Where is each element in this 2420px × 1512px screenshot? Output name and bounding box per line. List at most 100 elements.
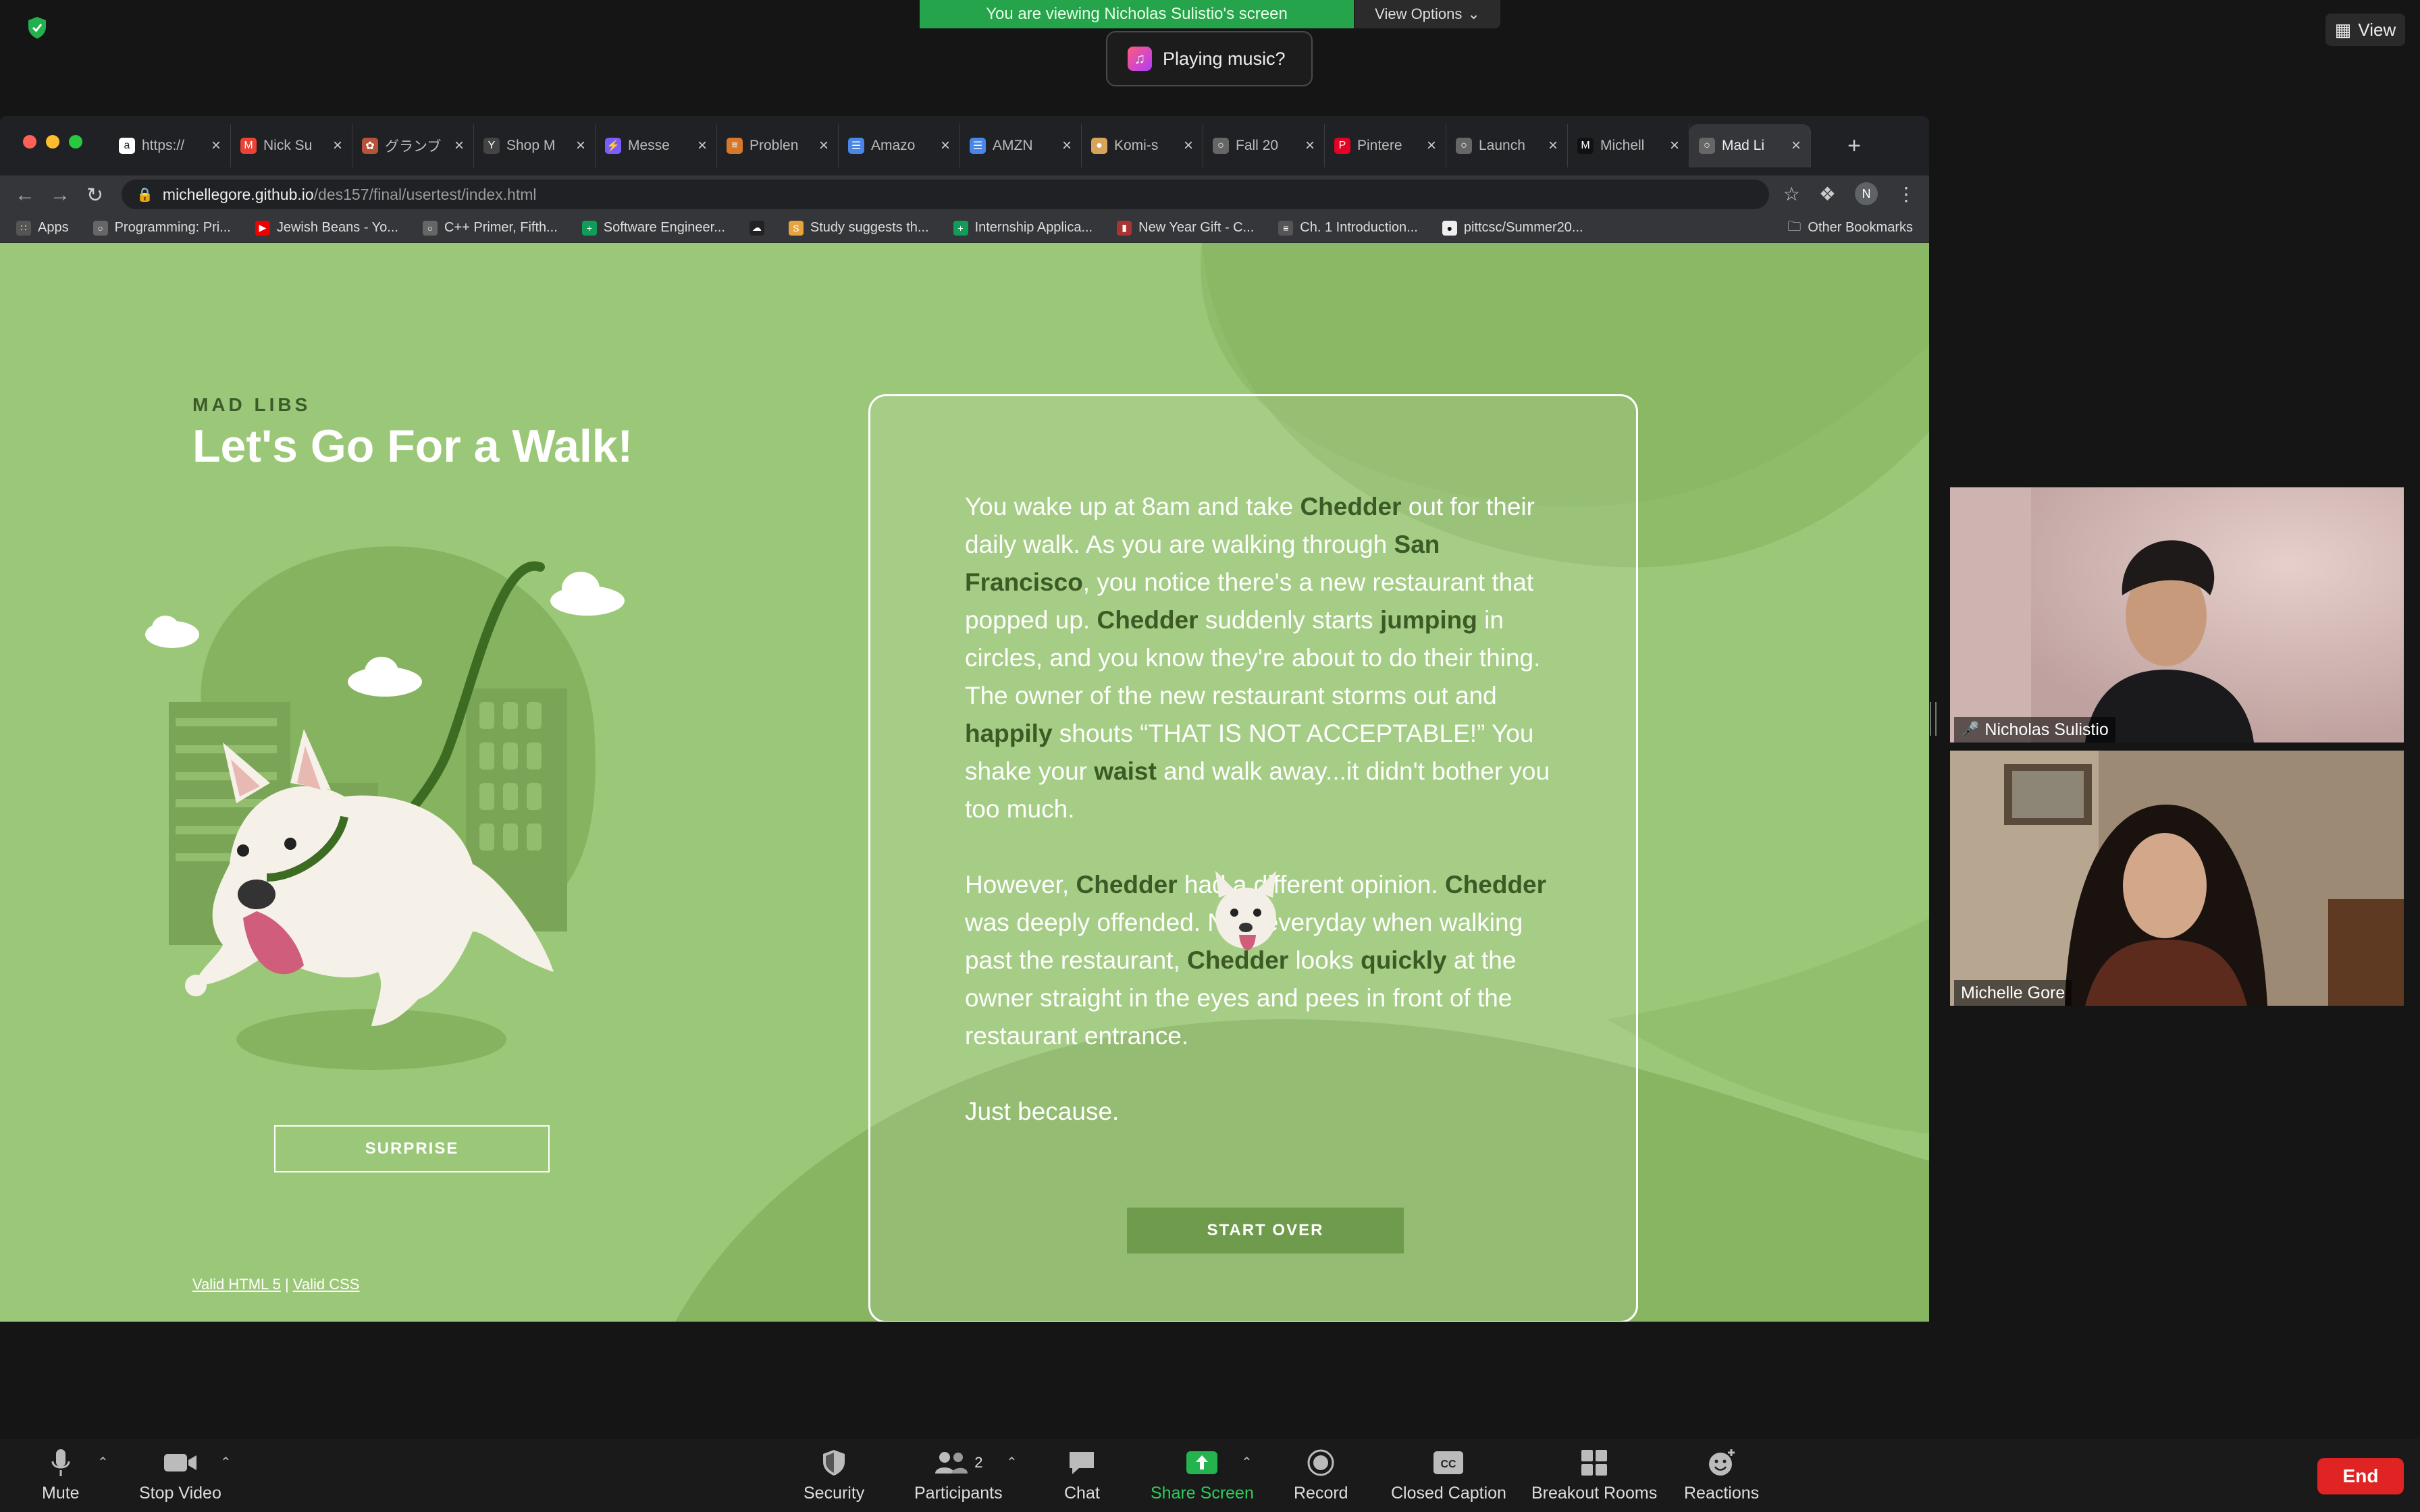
docs-icon: ☰ — [848, 138, 864, 154]
tab-title: Mad Li — [1722, 138, 1765, 153]
surprise-button[interactable]: SURPRISE — [274, 1125, 550, 1172]
story-text: You wake up at 8am and take Chedder out … — [965, 488, 1559, 1168]
close-tab-icon[interactable]: × — [333, 136, 342, 155]
browser-tab[interactable]: P Pintere × — [1325, 124, 1446, 167]
end-meeting-button[interactable]: End — [2317, 1458, 2404, 1494]
close-tab-icon[interactable]: × — [1670, 136, 1679, 155]
bookmark-item[interactable]: ○ C++ Primer, Fifth... — [422, 220, 558, 236]
bookmark-item[interactable]: ☁ — [749, 220, 764, 236]
story-text-run: looks — [1288, 946, 1361, 974]
close-tab-icon[interactable]: × — [941, 136, 950, 155]
security-button[interactable]: Security — [804, 1447, 864, 1503]
star-bookmark-icon[interactable]: ☆ — [1783, 183, 1800, 205]
playing-music-prompt[interactable]: ♫ Playing music? — [1106, 31, 1313, 86]
participants-options-caret-icon[interactable]: ⌃ — [1006, 1454, 1018, 1471]
bookmark-item[interactable]: ∷ Apps — [16, 220, 69, 236]
tab-title: Pintere — [1357, 138, 1402, 153]
bookmark-label: Programming: Pri... — [114, 220, 231, 235]
panel-resize-handle[interactable] — [1930, 702, 1937, 736]
close-tab-icon[interactable]: × — [819, 136, 828, 155]
globe-icon: ○ — [93, 220, 108, 236]
record-button[interactable]: Record — [1294, 1447, 1348, 1503]
close-tab-icon[interactable]: × — [698, 136, 707, 155]
view-options-button[interactable]: View Options ⌄ — [1354, 0, 1500, 28]
bookmark-item[interactable]: + Internship Applica... — [953, 220, 1093, 236]
start-over-button[interactable]: START OVER — [1127, 1208, 1404, 1253]
close-tab-icon[interactable]: × — [1184, 136, 1193, 155]
share-screen-button[interactable]: Share Screen — [1151, 1447, 1254, 1503]
chat-button[interactable]: Chat — [1064, 1447, 1100, 1503]
close-tab-icon[interactable]: × — [1305, 136, 1315, 155]
browser-tab[interactable]: ○ Fall 20 × — [1203, 124, 1325, 167]
filled-word: quickly — [1361, 946, 1447, 974]
mute-options-caret-icon[interactable]: ⌃ — [97, 1454, 109, 1471]
bookmark-item[interactable]: ● pittcsc/Summer20... — [1442, 220, 1583, 236]
bookmark-label: New Year Gift - C... — [1138, 220, 1255, 235]
browser-tab[interactable]: ⚡ Messe × — [596, 124, 717, 167]
browser-tab[interactable]: ● Komi-s × — [1082, 124, 1203, 167]
link-separator: | — [284, 1276, 289, 1293]
valid-html-link[interactable]: Valid HTML 5 — [192, 1276, 281, 1293]
sp-icon: S — [788, 220, 804, 236]
share-options-caret-icon[interactable]: ⌃ — [1241, 1454, 1253, 1471]
music-note-icon: ♫ — [1128, 47, 1152, 71]
view-layout-button[interactable]: ▦ View — [2325, 14, 2405, 46]
participants-button[interactable]: 2 Participants — [914, 1447, 1003, 1503]
close-tab-icon[interactable]: × — [1062, 136, 1072, 155]
browser-tab[interactable]: ☰ AMZN × — [960, 124, 1082, 167]
reload-icon[interactable]: ↻ — [86, 184, 103, 207]
close-window-button[interactable] — [23, 135, 36, 148]
browser-tab[interactable]: M Nick Su × — [231, 124, 352, 167]
browser-tab[interactable]: a https:// × — [109, 124, 231, 167]
filled-word: Chedder — [1300, 493, 1402, 520]
close-tab-icon[interactable]: × — [211, 136, 221, 155]
dog-walk-illustration — [145, 546, 625, 1070]
minimize-window-button[interactable] — [46, 135, 59, 148]
muted-mic-icon: 🎤 — [1961, 721, 1980, 738]
participant-video-michelle[interactable]: Michelle Gore — [1950, 751, 2404, 1006]
tab-active[interactable]: ○ Mad Li × — [1689, 124, 1811, 167]
other-bookmarks[interactable]: 🗀 Other Bookmarks — [1787, 217, 1913, 240]
closed-caption-button[interactable]: CC Closed Caption — [1391, 1447, 1506, 1503]
breakout-rooms-button[interactable]: Breakout Rooms — [1531, 1447, 1657, 1503]
browser-tab[interactable]: M Michell × — [1568, 124, 1689, 167]
sheets-icon: + — [581, 220, 597, 236]
story-text-run: Just because. — [965, 1098, 1120, 1125]
participants-label: Participants — [914, 1484, 1003, 1503]
close-tab-icon[interactable]: × — [454, 136, 464, 155]
stop-video-button[interactable]: Stop Video — [139, 1447, 221, 1503]
browser-tab[interactable]: ○ Launch × — [1446, 124, 1568, 167]
close-tab-icon[interactable]: × — [1427, 136, 1436, 155]
valid-css-link[interactable]: Valid CSS — [293, 1276, 360, 1293]
profile-avatar[interactable]: N — [1855, 182, 1878, 205]
participants-icon — [935, 1452, 968, 1474]
browser-tab[interactable]: ≡ Problen × — [717, 124, 839, 167]
close-tab-icon[interactable]: × — [1791, 136, 1801, 155]
bookmark-item[interactable]: S Study suggests th... — [788, 220, 929, 236]
bookmark-item[interactable]: ≡ Ch. 1 Introduction... — [1278, 220, 1418, 236]
story-paragraph-1: You wake up at 8am and take Chedder out … — [965, 488, 1559, 828]
video-options-caret-icon[interactable]: ⌃ — [220, 1454, 232, 1471]
new-tab-button[interactable]: + — [1841, 132, 1868, 159]
bookmark-item[interactable]: ▮ New Year Gift - C... — [1117, 220, 1254, 236]
bookmark-item[interactable]: ○ Programming: Pri... — [93, 220, 231, 236]
mute-button[interactable]: Mute — [42, 1447, 80, 1503]
docs-icon: ☰ — [970, 138, 986, 154]
encryption-shield-icon[interactable] — [27, 16, 47, 39]
bookmark-item[interactable]: ▶ Jewish Beans - Yo... — [255, 220, 398, 236]
extensions-puzzle-icon[interactable]: ❖ — [1819, 183, 1836, 205]
close-tab-icon[interactable]: × — [1548, 136, 1558, 155]
address-bar[interactable]: 🔒 michellegore.github.io/des157/final/us… — [122, 180, 1769, 209]
participant-video-nicholas[interactable]: 🎤 Nicholas Sulistio — [1950, 487, 2404, 742]
url-path: /des157/final/usertest/index.html — [313, 185, 537, 203]
back-arrow-icon[interactable]: ← — [15, 184, 35, 207]
forward-arrow-icon[interactable]: → — [50, 184, 70, 207]
browser-tab[interactable]: ✿ グランブ × — [352, 124, 474, 167]
browser-tab[interactable]: Y Shop M × — [474, 124, 596, 167]
browser-tab[interactable]: ☰ Amazo × — [839, 124, 960, 167]
more-menu-icon[interactable]: ⋮ — [1897, 183, 1916, 205]
maximize-window-button[interactable] — [69, 135, 82, 148]
close-tab-icon[interactable]: × — [576, 136, 585, 155]
bookmark-item[interactable]: + Software Engineer... — [581, 220, 725, 236]
reactions-button[interactable]: Reactions — [1684, 1447, 1759, 1503]
